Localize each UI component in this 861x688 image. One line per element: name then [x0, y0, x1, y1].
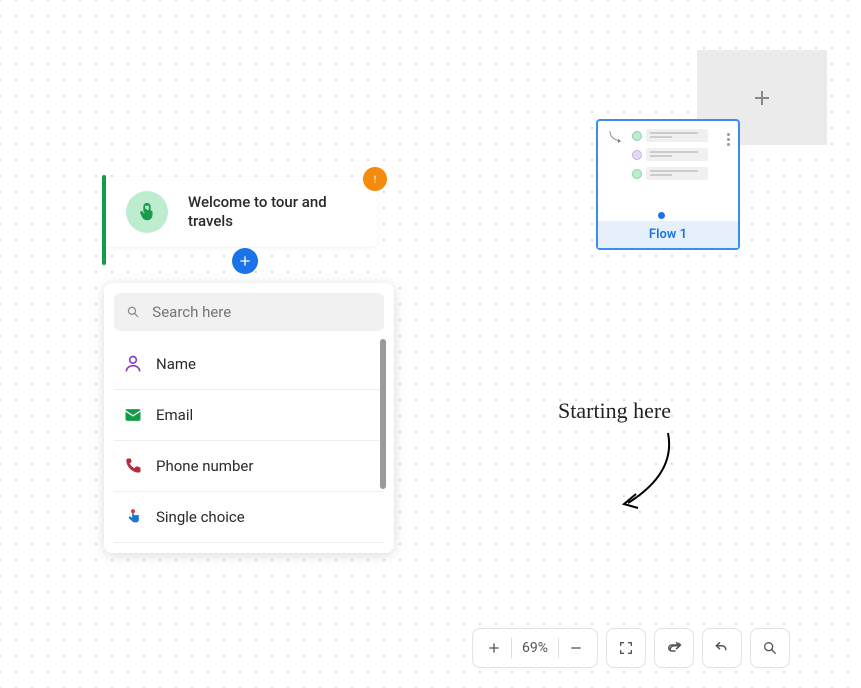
- zoom-in-button[interactable]: [481, 640, 507, 656]
- options-list: Name Email Phone number Single choice: [114, 339, 384, 543]
- alert-badge-icon: [363, 167, 387, 191]
- undo-icon: [713, 639, 731, 657]
- plus-icon: [237, 253, 253, 269]
- redo-button[interactable]: [654, 628, 694, 668]
- node-accent-bar: [102, 175, 106, 265]
- divider: [558, 638, 559, 658]
- search-box[interactable]: [114, 293, 384, 331]
- email-icon: [122, 404, 144, 426]
- option-name[interactable]: Name: [114, 339, 384, 390]
- kebab-menu-icon[interactable]: [727, 133, 730, 146]
- phone-icon: [122, 455, 144, 477]
- divider: [511, 638, 512, 658]
- zoom-out-button[interactable]: [563, 640, 589, 656]
- flow-label: Flow 1: [598, 221, 738, 248]
- fullscreen-icon: [618, 640, 634, 656]
- search-icon: [762, 640, 778, 656]
- option-label: Email: [156, 406, 193, 424]
- flow-thumbnail[interactable]: Flow 1: [596, 119, 740, 250]
- search-button[interactable]: [750, 628, 790, 668]
- node-title: Welcome to tour and travels: [188, 193, 363, 232]
- option-label: Phone number: [156, 457, 253, 475]
- option-label: Single choice: [156, 508, 245, 526]
- annotation-arrow-icon: [608, 428, 688, 518]
- plus-icon: [486, 640, 502, 656]
- touch-icon: [122, 506, 144, 528]
- touch-icon: [136, 201, 158, 223]
- search-input[interactable]: [152, 303, 372, 321]
- bottom-toolbar: 69%: [472, 628, 790, 668]
- search-icon: [126, 304, 140, 320]
- scrollbar-thumb[interactable]: [380, 339, 386, 489]
- node-type-icon-circle: [126, 191, 168, 233]
- option-single-choice[interactable]: Single choice: [114, 492, 384, 543]
- zoom-control-group: 69%: [472, 628, 598, 668]
- mini-arrow-icon: [608, 129, 626, 147]
- option-phone[interactable]: Phone number: [114, 441, 384, 492]
- annotation-text: Starting here: [558, 398, 671, 424]
- add-node-button[interactable]: [232, 248, 258, 274]
- node-type-dropdown: Name Email Phone number Single choice: [104, 283, 394, 553]
- redo-icon: [665, 639, 683, 657]
- person-icon: [122, 353, 144, 375]
- option-label: Name: [156, 355, 196, 373]
- option-email[interactable]: Email: [114, 390, 384, 441]
- minus-icon: [568, 640, 584, 656]
- undo-button[interactable]: [702, 628, 742, 668]
- plus-icon: [750, 86, 774, 110]
- zoom-level-display[interactable]: 69%: [516, 640, 554, 656]
- flow-node-card[interactable]: Welcome to tour and travels: [102, 177, 377, 247]
- flow-preview: [598, 121, 738, 221]
- fullscreen-button[interactable]: [606, 628, 646, 668]
